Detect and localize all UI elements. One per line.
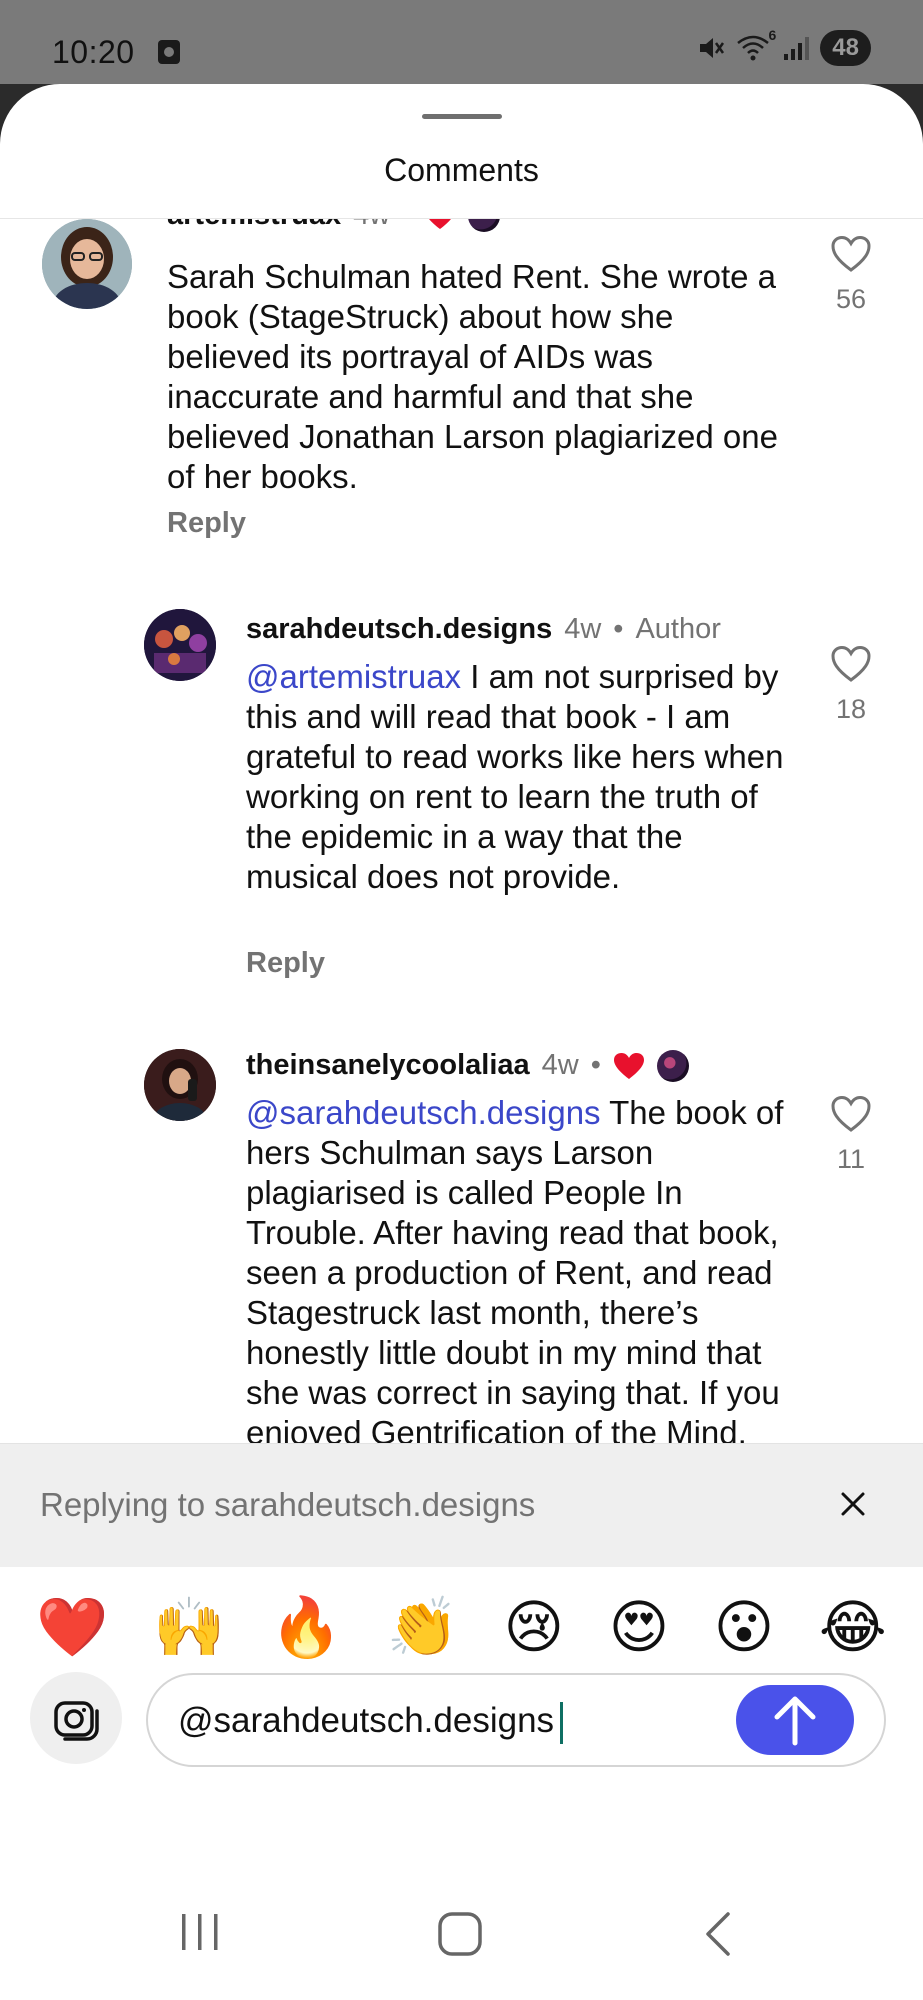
emoji-raised-hands[interactable]: 🙌 <box>153 1598 225 1656</box>
like-count: 18 <box>835 694 867 724</box>
emoji-laughing[interactable]: 😂 <box>819 1598 887 1656</box>
close-icon <box>841 1492 865 1516</box>
like-count: 11 <box>836 1144 866 1174</box>
home-icon <box>438 1912 482 1956</box>
reply-button[interactable]: Reply <box>246 947 325 980</box>
avatar[interactable] <box>144 609 216 681</box>
emoji-crying[interactable]: 😢 <box>504 1598 564 1656</box>
avatar[interactable] <box>42 219 132 309</box>
avatar-image <box>42 219 132 309</box>
replying-bar: Replying to sarahdeutsch.designs <box>0 1443 923 1567</box>
recents-button[interactable] <box>178 1910 222 1959</box>
username[interactable]: artemistruax <box>167 219 341 232</box>
drag-handle[interactable] <box>422 114 502 119</box>
comment-header: theinsanelycoolaliaa 4w • <box>246 1049 689 1082</box>
comment-body: The book of hers Schulman says Larson pl… <box>246 1094 784 1491</box>
back-button[interactable] <box>700 1910 734 1963</box>
comment-header: artemistruax 4w • <box>167 219 501 232</box>
timestamp: 4w <box>541 1049 579 1081</box>
emoji-heart[interactable]: ❤️ <box>36 1598 108 1656</box>
creator-avatar <box>656 1049 689 1082</box>
recents-icon <box>182 1914 218 1950</box>
arrow-up-icon <box>774 1696 816 1746</box>
replying-label: Replying to sarahdeutsch.designs <box>40 1486 536 1523</box>
emoji-fire[interactable]: 🔥 <box>270 1598 342 1656</box>
comment-body: Sarah Schulman hated Rent. She wrote a b… <box>167 258 778 495</box>
sheet-title: Comments <box>384 152 539 188</box>
signal-icon <box>784 37 810 60</box>
system-nav-bar <box>0 1860 923 2000</box>
send-button[interactable] <box>736 1685 854 1755</box>
mute-icon <box>700 38 725 58</box>
input-text: @sarahdeutsch.designs <box>178 1701 555 1740</box>
emoji-surprised[interactable]: 😮 <box>714 1598 774 1656</box>
separator-dot: • <box>402 219 412 232</box>
emoji-quick-bar: ❤️ 🙌 🔥 👏 😢 😍 😮 😂 <box>0 1567 923 1687</box>
close-reply-button[interactable] <box>833 1484 873 1524</box>
creator-avatar <box>468 219 501 232</box>
separator-dot: • <box>613 613 624 645</box>
like-count: 56 <box>835 284 867 314</box>
status-bar: 10:20 6 48 <box>0 0 923 84</box>
like-column: 18 <box>816 645 886 725</box>
timestamp: 4w <box>353 219 390 232</box>
comment-input[interactable]: @sarahdeutsch.designs <box>146 1673 886 1767</box>
heart-filled-icon <box>613 1052 644 1079</box>
comment-text: Sarah Schulman hated Rent. She wrote a b… <box>167 257 787 497</box>
battery-indicator: 48 <box>820 30 871 66</box>
username[interactable]: sarahdeutsch.designs <box>246 613 552 646</box>
status-icons: 6 48 <box>696 27 871 66</box>
like-column: 56 <box>816 235 886 315</box>
notification-icon <box>158 40 180 64</box>
heart-filled-icon <box>429 219 451 229</box>
camera-button[interactable] <box>30 1672 122 1764</box>
author-badge: Author <box>635 613 721 645</box>
home-button[interactable] <box>436 1910 484 1963</box>
like-column: 11 <box>816 1095 886 1175</box>
mention-link[interactable]: @sarahdeutsch.designs <box>246 1094 601 1131</box>
text-caret <box>560 1701 564 1744</box>
comment-input-value[interactable]: @sarahdeutsch.designs <box>178 1701 564 1744</box>
comment-item: artemistruax 4w • Sarah Schulman hated R… <box>0 219 923 539</box>
network-type: 6 <box>768 27 777 43</box>
timestamp: 4w <box>564 613 602 645</box>
wifi-icon <box>737 35 770 61</box>
separator-dot: • <box>590 1049 601 1081</box>
avatar[interactable] <box>144 1049 216 1121</box>
avatar-image <box>144 609 216 681</box>
comment-text: @sarahdeutsch.designs The book of hers S… <box>246 1093 786 1493</box>
status-time: 10:20 <box>52 34 135 70</box>
heart-outline-icon[interactable] <box>830 645 872 683</box>
heart-outline-icon[interactable] <box>830 1095 872 1133</box>
avatar-image <box>144 1049 216 1121</box>
wifi-indicator: 6 <box>736 27 776 63</box>
comments-list[interactable]: artemistruax 4w • Sarah Schulman hated R… <box>0 219 923 1527</box>
emoji-heart-eyes[interactable]: 😍 <box>609 1598 669 1656</box>
reply-button[interactable]: Reply <box>167 507 246 540</box>
emoji-clapping[interactable]: 👏 <box>387 1598 459 1656</box>
comment-item: sarahdeutsch.designs 4w • Author @artemi… <box>0 609 923 1009</box>
username[interactable]: theinsanelycoolaliaa <box>246 1049 530 1082</box>
back-icon <box>706 1912 730 1956</box>
comment-text: @artemistruax I am not surprised by this… <box>246 657 801 897</box>
heart-outline-icon[interactable] <box>830 235 872 273</box>
mention-link[interactable]: @artemistruax <box>246 658 461 695</box>
camera-icon <box>54 1701 99 1741</box>
comment-header: sarahdeutsch.designs 4w • Author <box>246 613 721 646</box>
